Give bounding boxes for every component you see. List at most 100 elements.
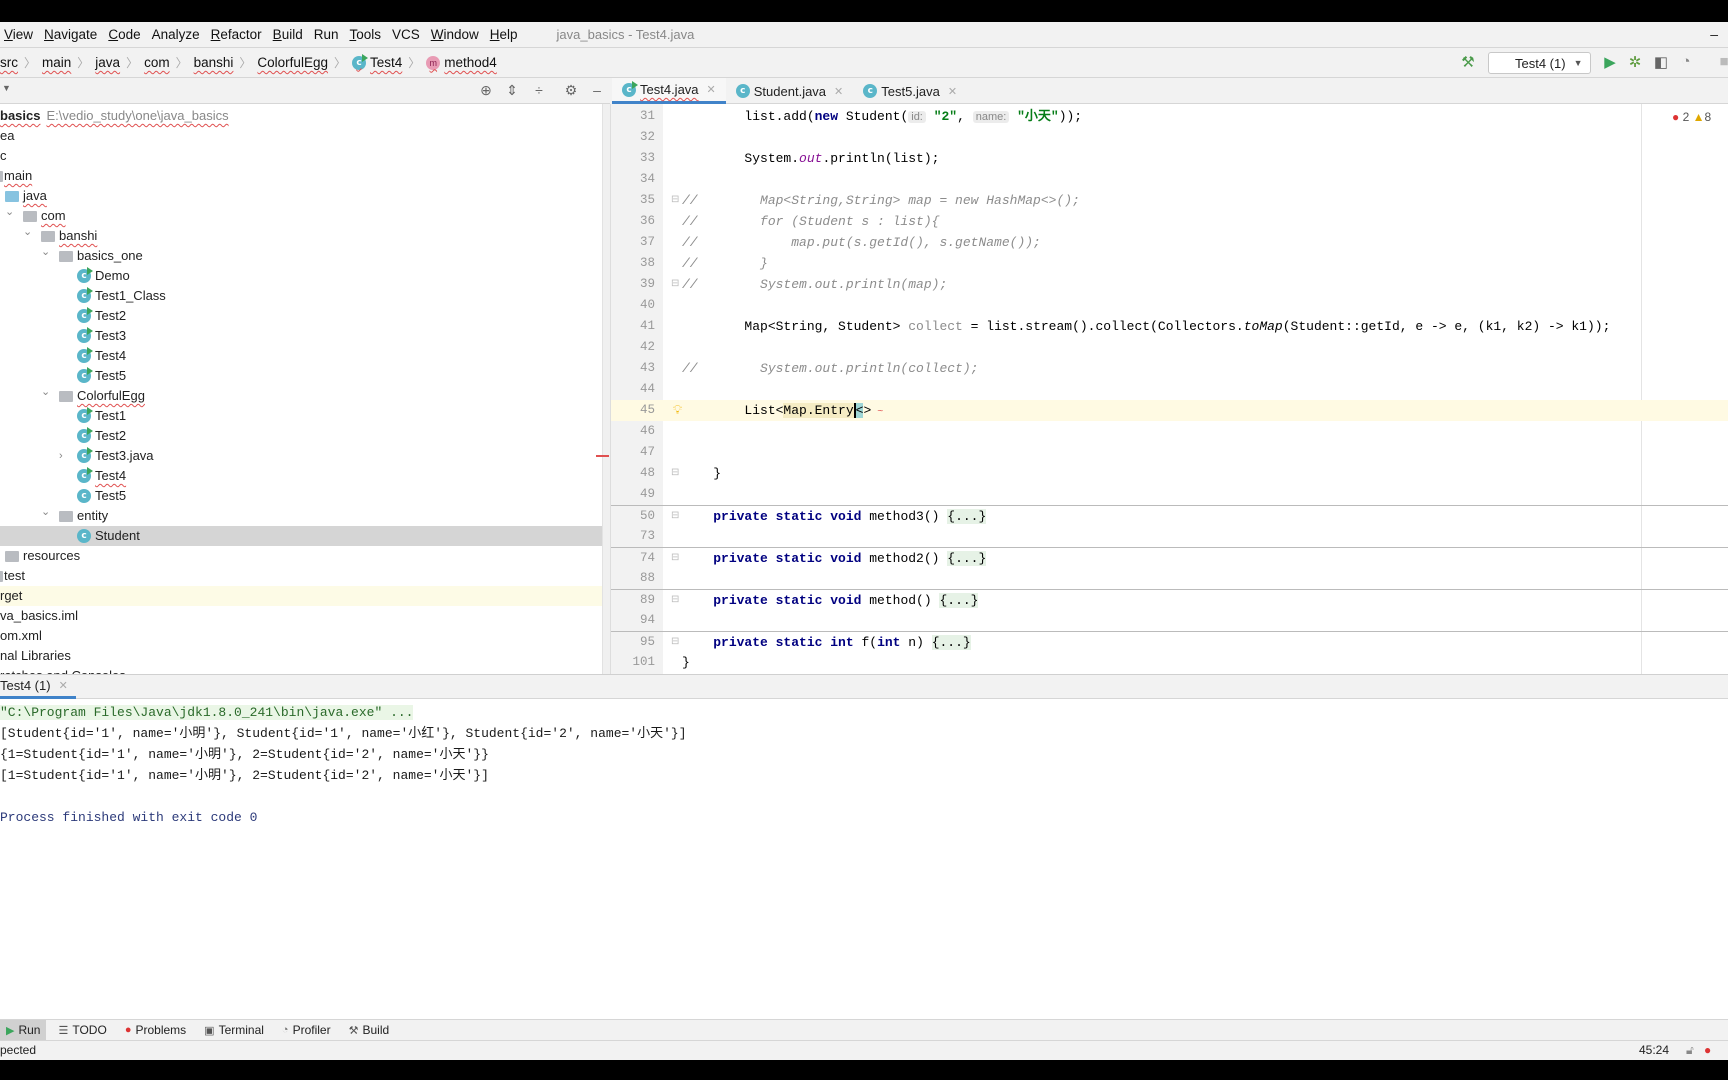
tree-item[interactable]: › c Test3.java	[0, 446, 602, 466]
stop-icon[interactable]: ■	[1714, 53, 1728, 70]
debug-icon[interactable]: ✲	[1625, 53, 1645, 71]
run-tab[interactable]: Test4 (1) ✕	[0, 675, 76, 699]
run-config-select[interactable]: Test4 (1) ▼	[1488, 52, 1591, 74]
gear-icon[interactable]: ⚙	[561, 82, 581, 99]
menu-refactor[interactable]: Refactor	[211, 27, 262, 42]
chevron-right-icon[interactable]: ›	[59, 446, 63, 466]
menu-window[interactable]: Window	[431, 27, 479, 42]
tree-item[interactable]: c Student	[0, 526, 602, 546]
tree-item[interactable]: c	[0, 146, 602, 166]
breadcrumb-item[interactable]: main	[42, 55, 71, 70]
tool-tab-terminal[interactable]: ▣ Terminal	[198, 1020, 270, 1041]
chevron-down-icon[interactable]: ⌄	[41, 382, 50, 402]
tree-item[interactable]: c Test3	[0, 326, 602, 346]
tree-item[interactable]: ⌄ basics_one	[0, 246, 602, 266]
close-icon[interactable]: ✕	[59, 679, 68, 692]
fold-marker-icon[interactable]: ⊟	[671, 548, 679, 569]
menu-analyze[interactable]: Analyze	[152, 27, 200, 42]
collapse-all-icon[interactable]: ÷	[529, 82, 549, 98]
tree-item[interactable]: ⌄ ColorfulEgg	[0, 386, 602, 406]
breadcrumb-item[interactable]: com	[144, 55, 170, 70]
tree-item[interactable]: main	[0, 166, 602, 186]
tree-item-label: ratches and Consoles	[0, 666, 126, 674]
chevron-down-icon[interactable]: ⌄	[41, 242, 50, 262]
build-hammer-icon[interactable]: ⚒	[1458, 53, 1478, 71]
tree-item[interactable]: ⌄ entity	[0, 506, 602, 526]
inspection-summary[interactable]: ● 2 ▲8	[1672, 110, 1711, 124]
minimize-button[interactable]: –	[1710, 26, 1718, 42]
tree-item[interactable]: c Test2	[0, 306, 602, 326]
error-icon: ●	[124, 1024, 132, 1036]
tree-item[interactable]: c Test5	[0, 486, 602, 506]
breadcrumb-item[interactable]: src	[0, 55, 18, 70]
menu-help[interactable]: Help	[490, 27, 518, 42]
breadcrumb-item[interactable]: m method4	[426, 55, 497, 70]
chevron-down-icon[interactable]: ⌄	[5, 202, 14, 222]
tree-item[interactable]: c Test4	[0, 466, 602, 486]
close-icon[interactable]: ✕	[834, 85, 843, 98]
breadcrumb-item[interactable]: banshi	[194, 55, 234, 70]
menu-tools[interactable]: Tools	[349, 27, 381, 42]
menu-navigate[interactable]: Navigate	[44, 27, 97, 42]
tab-test4-java[interactable]: c Test4.java ✕	[612, 78, 726, 104]
error-icon[interactable]: ●	[1704, 1041, 1711, 1060]
coverage-icon[interactable]: ◧	[1651, 53, 1671, 71]
code-line: 39 ⊟// System.out.println(map);	[611, 274, 1728, 295]
tool-tab-run[interactable]: ▶ Run	[0, 1019, 47, 1041]
menu-vcs[interactable]: VCS	[392, 27, 420, 42]
chevron-down-icon[interactable]: ⌄	[23, 222, 32, 242]
project-tree-scrollbar[interactable]	[602, 104, 610, 674]
menu-run[interactable]: Run	[314, 27, 339, 42]
tab-test5-java[interactable]: c Test5.java ✕	[853, 78, 967, 104]
menu-build[interactable]: Build	[273, 27, 303, 42]
tree-item[interactable]: ea	[0, 126, 602, 146]
tree-item[interactable]: java	[0, 186, 602, 206]
hide-panel-icon[interactable]: –	[587, 82, 607, 98]
tree-item[interactable]: test	[0, 566, 602, 586]
chevron-down-icon[interactable]: ⌄	[41, 502, 50, 522]
tree-item[interactable]: rget	[0, 586, 602, 606]
menu-code[interactable]: Code	[108, 27, 140, 42]
tool-tab-todo[interactable]: ☰ TODO	[52, 1020, 112, 1041]
fold-marker-icon[interactable]: ⊟	[671, 190, 679, 211]
breadcrumb-item[interactable]: c Test4	[351, 53, 402, 70]
close-icon[interactable]: ✕	[707, 83, 716, 96]
tree-item[interactable]: c Test2	[0, 426, 602, 446]
tab-student-java[interactable]: c Student.java ✕	[726, 78, 854, 104]
tool-tab-problems[interactable]: ● Problems	[119, 1020, 192, 1041]
fold-marker-icon[interactable]: ⊟	[671, 590, 679, 611]
caret-position[interactable]: 45:24	[1639, 1041, 1669, 1060]
fold-marker-icon[interactable]: ⊟	[671, 274, 679, 295]
run-icon[interactable]: ▶	[1600, 53, 1620, 71]
tree-item[interactable]: c Test4	[0, 346, 602, 366]
tree-item[interactable]: resources	[0, 546, 602, 566]
lightbulb-icon[interactable]: 💡︎	[673, 400, 682, 421]
chevron-down-icon[interactable]: ▼	[2, 83, 11, 93]
close-icon[interactable]: ✕	[948, 85, 957, 98]
lock-icon[interactable]: 🔓︎	[1686, 1041, 1694, 1060]
breadcrumb-item[interactable]: java	[95, 55, 120, 70]
tree-item[interactable]: ⌄ com	[0, 206, 602, 226]
code-editor[interactable]: 31 list.add(new Student(id: "2", name: "…	[610, 104, 1728, 674]
tree-item[interactable]: c Demo	[0, 266, 602, 286]
fold-marker-icon[interactable]: ⊟	[671, 463, 679, 484]
fold-marker-icon[interactable]: ⊟	[671, 632, 679, 653]
profile-icon[interactable]: ◔	[1676, 53, 1696, 70]
menu-view[interactable]: View	[4, 27, 33, 42]
tree-item[interactable]: om.xml	[0, 626, 602, 646]
tree-item[interactable]: nal Libraries	[0, 646, 602, 666]
tool-tab-profiler[interactable]: ◔ Profiler	[276, 1020, 337, 1041]
tree-item[interactable]: ⌄ banshi	[0, 226, 602, 246]
tree-item[interactable]: basics E:\vedio_study\one\java_basics	[0, 106, 602, 126]
expand-all-icon[interactable]: ⇕	[502, 82, 522, 99]
locate-icon[interactable]: ⊕	[476, 82, 496, 99]
tool-tab-build[interactable]: ⚒ Build	[343, 1020, 396, 1041]
tree-item[interactable]: c Test5	[0, 366, 602, 386]
fold-marker-icon[interactable]: ⊟	[671, 506, 679, 527]
tree-item[interactable]: c Test1_Class	[0, 286, 602, 306]
run-console[interactable]: "C:\Program Files\Java\jdk1.8.0_241\bin\…	[0, 699, 1728, 1019]
tree-item[interactable]: ratches and Consoles	[0, 666, 602, 674]
breadcrumb-item[interactable]: ColorfulEgg	[257, 55, 328, 70]
tree-item[interactable]: c Test1	[0, 406, 602, 426]
tree-item[interactable]: va_basics.iml	[0, 606, 602, 626]
